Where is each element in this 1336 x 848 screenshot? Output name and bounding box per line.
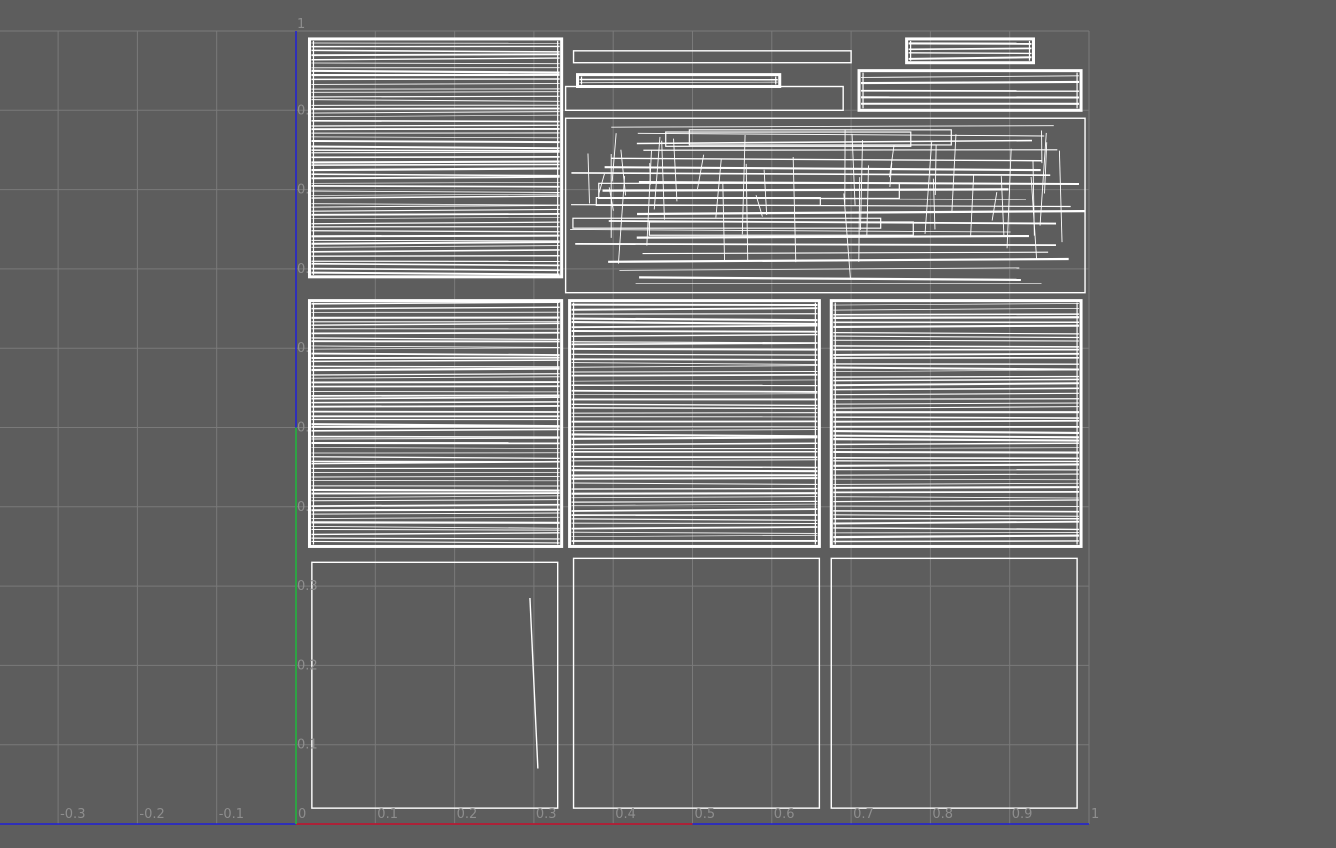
uv-edge — [833, 398, 1080, 400]
u-tick-label: -0.2 — [139, 807, 164, 822]
uv-edge — [833, 316, 1080, 319]
uv-edge — [311, 401, 560, 404]
uv-edge — [571, 358, 818, 361]
uv-edge — [571, 436, 818, 440]
uv-edge — [311, 160, 560, 164]
uv-edge — [311, 529, 560, 531]
uv-edge — [311, 140, 560, 144]
uv-edge — [908, 52, 1032, 55]
uv-editor-viewport[interactable]: 4-0.3-0.2-0.100.10.20.30.40.50.60.70.80.… — [0, 0, 1336, 848]
v-tick-label: 0.1 — [297, 738, 318, 753]
uv-edge — [571, 373, 818, 377]
u-tick-label: 0.4 — [615, 807, 636, 822]
uv-edge — [833, 416, 1080, 419]
uv-edge — [311, 163, 560, 166]
u-tick-label: 0.6 — [774, 807, 795, 822]
uv-edge — [311, 119, 560, 123]
uv-edge — [311, 475, 560, 478]
uv-edge — [571, 347, 818, 351]
uv-edge — [833, 438, 1080, 442]
u-tick-label: 0 — [298, 807, 306, 822]
uv-edge — [833, 534, 1080, 539]
uv-edge — [833, 540, 1080, 543]
uv-edge — [311, 367, 560, 372]
uv-edge — [311, 405, 560, 408]
uv-edge — [833, 463, 1080, 467]
v-tick-label: 0. — [297, 183, 309, 198]
uv-edge — [571, 469, 818, 473]
uv-edge — [311, 213, 560, 216]
uv-edge — [833, 324, 1080, 329]
uv-edge — [311, 53, 560, 57]
uv-edge — [311, 234, 560, 238]
uv-edge — [571, 370, 818, 373]
uv-edge — [311, 239, 560, 242]
uv-edge — [833, 450, 1080, 454]
v-tick-label: 0. — [297, 341, 309, 356]
v-tick-label: 0. — [297, 262, 309, 277]
v-tick-label: 0.3 — [297, 579, 318, 594]
v-tick-label: 0. — [297, 103, 309, 118]
uv-edge — [571, 477, 818, 480]
uv-edge — [908, 47, 1032, 51]
u-tick-label: 0.3 — [536, 807, 557, 822]
u-tick-label: 1 — [1091, 807, 1099, 822]
uv-edge — [833, 460, 1080, 463]
uv-edge — [571, 353, 818, 356]
uv-edge — [311, 185, 560, 188]
uv-edge — [833, 352, 1080, 356]
uv-edge — [311, 508, 560, 512]
uv-edge — [571, 492, 818, 495]
v-tick-label: 0. — [297, 500, 309, 515]
uv-edge — [571, 500, 818, 503]
u-tick-label: -0.3 — [60, 807, 85, 822]
u-tick-label: 0.2 — [457, 807, 478, 822]
u-tick-label: 0.8 — [932, 807, 953, 822]
u-tick-label: 0.7 — [853, 807, 874, 822]
u-tick-label: 0.5 — [695, 807, 716, 822]
v-tick-label: 0.2 — [297, 658, 318, 673]
v-tick-label: 1 — [297, 17, 305, 32]
uv-edge — [311, 537, 560, 540]
uv-edge — [311, 394, 560, 397]
uv-edge — [311, 435, 560, 438]
u-tick-label: 0.9 — [1012, 807, 1033, 822]
uv-edge — [311, 365, 560, 368]
uv-edge — [311, 149, 560, 152]
uv-edge — [571, 389, 818, 393]
uv-edge — [833, 419, 1080, 423]
u-tick-label: -0.1 — [219, 807, 244, 822]
uv-edge — [833, 486, 1080, 489]
uv-edge — [833, 510, 1080, 513]
u-tick-label: 0.1 — [377, 807, 398, 822]
uv-edge — [311, 95, 560, 98]
v-tick-label: 0. — [297, 421, 309, 436]
uv-edge — [311, 124, 560, 127]
uv-edge — [833, 313, 1080, 316]
uv-edge — [571, 330, 818, 333]
uv-edge — [311, 331, 560, 335]
uv-edge — [311, 151, 560, 154]
uv-edge — [311, 488, 560, 492]
uv-edge — [861, 80, 1080, 85]
